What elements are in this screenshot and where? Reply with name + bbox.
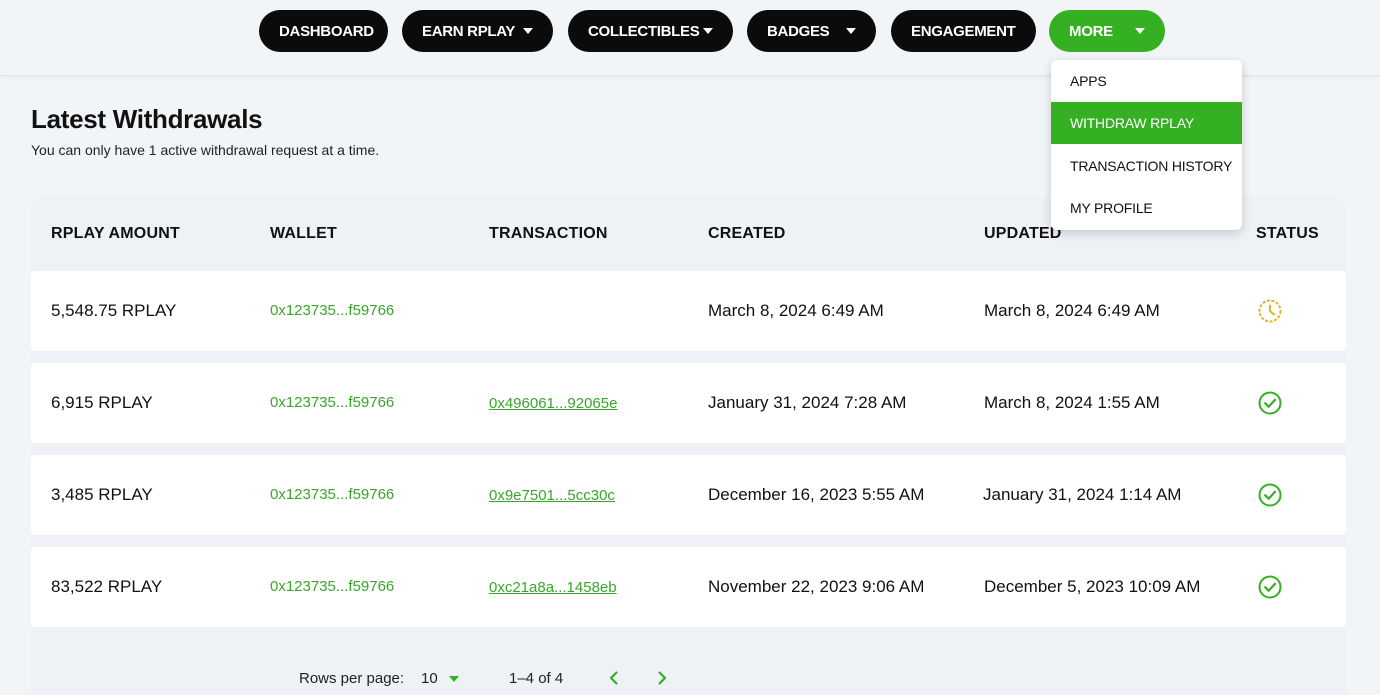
amount-cell: 83,522 RPLAY xyxy=(51,577,163,596)
nav-more-button[interactable]: MORE xyxy=(1049,10,1165,52)
chevron-down-icon[interactable] xyxy=(449,676,459,682)
nav-engagement-button[interactable]: ENGAGEMENT xyxy=(891,10,1036,52)
created-cell: November 22, 2023 9:06 AM xyxy=(708,577,925,596)
updated-cell: December 5, 2023 10:09 AM xyxy=(984,577,1201,596)
menu-item-transaction-history[interactable]: TRANSACTION HISTORY xyxy=(1051,145,1242,187)
wallet-cell: 0x123735...f59766 xyxy=(270,302,395,319)
amount-cell: 3,485 RPLAY xyxy=(51,485,153,504)
menu-item-withdraw-rplay[interactable]: WITHDRAW RPLAY xyxy=(1051,102,1242,144)
column-header-wallet[interactable]: WALLET xyxy=(270,225,337,243)
wallet-cell: 0x123735...f59766 xyxy=(270,394,395,411)
page-title: Latest Withdrawals xyxy=(31,104,263,134)
nav-collectibles-button[interactable]: COLLECTIBLES xyxy=(568,10,733,52)
chevron-down-icon xyxy=(523,28,533,34)
pending-clock-icon xyxy=(1258,299,1282,323)
wallet-cell: 0x123735...f59766 xyxy=(270,486,395,503)
nav-more-label: MORE xyxy=(1069,22,1113,40)
column-header-status[interactable]: STATUS xyxy=(1256,225,1319,243)
rows-per-page-label: Rows per page: xyxy=(299,670,405,687)
wallet-cell: 0x123735...f59766 xyxy=(270,578,395,595)
updated-cell: March 8, 2024 6:49 AM xyxy=(984,301,1160,320)
transaction-link[interactable]: 0x496061...92065e xyxy=(489,395,617,412)
transaction-link[interactable]: 0xc21a8a...1458eb xyxy=(489,579,617,596)
previous-page-icon[interactable] xyxy=(606,669,622,687)
column-header-amount[interactable]: RPLAY AMOUNT xyxy=(51,225,180,243)
completed-check-icon xyxy=(1258,483,1282,507)
amount-cell: 5,548.75 RPLAY xyxy=(51,301,177,320)
chevron-down-icon xyxy=(703,28,713,34)
created-cell: December 16, 2023 5:55 AM xyxy=(708,485,925,504)
menu-item-apps[interactable]: APPS xyxy=(1051,60,1242,102)
nav-collectibles-label: COLLECTIBLES xyxy=(588,22,700,40)
column-header-transaction[interactable]: TRANSACTION xyxy=(489,225,608,243)
updated-cell: January 31, 2024 1:14 AM xyxy=(983,485,1182,504)
pagination-range: 1–4 of 4 xyxy=(509,670,564,687)
completed-check-icon xyxy=(1258,391,1282,415)
nav-earn-rplay-label: EARN RPLAY xyxy=(422,22,516,40)
page-subtitle: You can only have 1 active withdrawal re… xyxy=(31,142,380,158)
nav-badges-button[interactable]: BADGES xyxy=(747,10,876,52)
column-header-updated[interactable]: UPDATED xyxy=(984,225,1062,243)
nav-badges-label: BADGES xyxy=(767,22,830,40)
more-dropdown-menu: APPS WITHDRAW RPLAY TRANSACTION HISTORY … xyxy=(1051,60,1242,230)
created-cell: March 8, 2024 6:49 AM xyxy=(708,301,884,320)
rows-per-page-select[interactable]: 10 xyxy=(421,670,438,687)
completed-check-icon xyxy=(1258,575,1282,599)
column-header-created[interactable]: CREATED xyxy=(708,225,786,243)
nav-dashboard-button[interactable]: DASHBOARD xyxy=(259,10,388,52)
next-page-icon[interactable] xyxy=(654,669,670,687)
chevron-down-icon xyxy=(1135,28,1145,34)
created-cell: January 31, 2024 7:28 AM xyxy=(708,393,907,412)
nav-earn-rplay-button[interactable]: EARN RPLAY xyxy=(402,10,553,52)
transaction-link[interactable]: 0x9e7501...5cc30c xyxy=(489,487,615,504)
menu-item-my-profile[interactable]: MY PROFILE xyxy=(1051,187,1242,229)
updated-cell: March 8, 2024 1:55 AM xyxy=(984,393,1160,412)
amount-cell: 6,915 RPLAY xyxy=(51,393,153,412)
chevron-down-icon xyxy=(846,28,856,34)
